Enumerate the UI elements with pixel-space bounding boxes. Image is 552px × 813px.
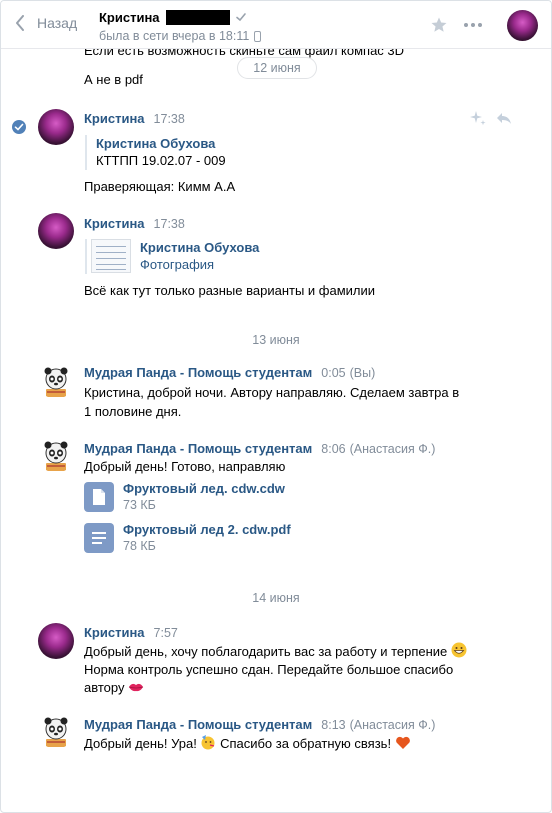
message-header: Кристина 17:38 xyxy=(84,216,185,231)
peer-status: была в сети вчера в 18:11 xyxy=(99,29,250,43)
kiss-lips-icon xyxy=(128,683,144,692)
panda-icon xyxy=(44,717,68,747)
grinning-emoji-icon xyxy=(451,642,467,658)
forwarded-photo[interactable]: Кристина Обухова Фотография xyxy=(85,239,259,274)
forwarded-author[interactable]: Кристина Обухова xyxy=(96,135,226,152)
panda-icon xyxy=(44,441,68,471)
forwarded-text: КТТПП 19.02.07 - 009 xyxy=(96,153,226,168)
message-header: Мудрая Панда - Помощь студентам 0:05 (Вы) xyxy=(84,365,375,380)
file-icon xyxy=(84,482,114,512)
message-time[interactable]: 7:57 xyxy=(154,626,178,640)
more-icon[interactable] xyxy=(464,23,482,27)
date-separator: 14 июня xyxy=(252,591,300,605)
text-file-icon xyxy=(84,523,114,553)
message-time[interactable]: 8:06 (Анастасия Ф.) xyxy=(321,442,435,456)
date-separator: 13 июня xyxy=(252,333,300,347)
peer-name: Кристина xyxy=(99,9,160,25)
chat-window: Назад Кристина была в сети вчера в 18:11… xyxy=(0,0,552,813)
panda-avatar[interactable] xyxy=(38,437,74,473)
message-text: А не в pdf xyxy=(84,72,143,87)
message-header: Кристина 7:57 xyxy=(84,625,178,640)
message-text: Добрый день, хочу поблагодарить вас за р… xyxy=(84,642,467,661)
avatar[interactable] xyxy=(38,109,74,145)
message-text: Праверяющая: Кимм А.А xyxy=(84,179,236,194)
sparkle-icon[interactable] xyxy=(469,109,487,127)
message-text: автору xyxy=(84,679,144,697)
forwarded-author[interactable]: Кристина Обухова xyxy=(140,239,259,256)
chat-header: Назад Кристина была в сети вчера в 18:11 xyxy=(1,1,551,49)
message-header: Мудрая Панда - Помощь студентам 8:06 (Ана… xyxy=(84,441,435,456)
message-time[interactable]: 8:13 (Анастасия Ф.) xyxy=(321,718,435,732)
message-actions xyxy=(469,109,513,127)
date-separator: 12 июня xyxy=(237,57,317,79)
party-face-emoji-icon xyxy=(201,735,215,750)
heart-icon xyxy=(395,736,410,749)
message-text: Норма контроль успешно сдан. Передайте б… xyxy=(84,662,454,677)
message-header: Мудрая Панда - Помощь студентам 8:13 (Ана… xyxy=(84,717,435,732)
message-text: Всё как тут только разные варианты и фам… xyxy=(84,283,376,298)
photo-thumbnail[interactable] xyxy=(91,239,131,273)
redacted-surname xyxy=(165,9,230,25)
author-name[interactable]: Кристина xyxy=(84,111,145,126)
peer-info[interactable]: Кристина была в сети вчера в 18:11 xyxy=(99,8,262,43)
star-icon[interactable] xyxy=(430,16,448,34)
message-text: Добрый день! Готово, направляю xyxy=(84,459,286,474)
author-name[interactable]: Мудрая Панда - Помощь студентам xyxy=(84,365,312,380)
author-name[interactable]: Кристина xyxy=(84,625,145,640)
message-time[interactable]: 17:38 xyxy=(154,217,185,231)
message-header: Кристина 17:38 xyxy=(84,111,185,126)
document-size: 78 КБ xyxy=(123,539,156,553)
selected-check-icon[interactable] xyxy=(12,120,26,134)
mobile-icon xyxy=(254,30,262,42)
panda-avatar[interactable] xyxy=(38,363,74,399)
document-name[interactable]: Фруктовый лед. cdw.cdw xyxy=(123,481,285,497)
message-time[interactable]: 17:38 xyxy=(154,112,185,126)
forwarded-message[interactable]: Кристина Обухова КТТПП 19.02.07 - 009 xyxy=(85,135,226,170)
chevron-left-icon xyxy=(16,15,24,31)
document-attachment[interactable]: Фруктовый лед. cdw.cdw 73 КБ xyxy=(84,481,285,513)
avatar[interactable] xyxy=(38,623,74,659)
document-size: 73 КБ xyxy=(123,498,156,512)
message-text: 1 половине дня. xyxy=(84,404,182,419)
message-text: Кристина, доброй ночи. Автору направляю.… xyxy=(84,385,460,400)
reply-icon[interactable] xyxy=(495,109,513,127)
message-text: Добрый день! Ура! Спасибо за обратную св… xyxy=(84,734,411,753)
avatar[interactable] xyxy=(38,213,74,249)
back-label: Назад xyxy=(37,15,78,31)
peer-avatar[interactable] xyxy=(507,10,538,41)
author-name[interactable]: Кристина xyxy=(84,216,145,231)
panda-icon xyxy=(44,367,68,397)
author-name[interactable]: Мудрая Панда - Помощь студентам xyxy=(84,717,312,732)
document-name[interactable]: Фруктовый лед 2. cdw.pdf xyxy=(123,522,291,538)
back-button[interactable]: Назад xyxy=(15,15,77,31)
panda-avatar[interactable] xyxy=(38,713,74,749)
document-attachment[interactable]: Фруктовый лед 2. cdw.pdf 78 КБ xyxy=(84,522,291,554)
message-time[interactable]: 0:05 (Вы) xyxy=(321,366,375,380)
author-name[interactable]: Мудрая Панда - Помощь студентам xyxy=(84,441,312,456)
check-icon xyxy=(235,13,246,22)
attachment-type: Фотография xyxy=(140,257,215,272)
